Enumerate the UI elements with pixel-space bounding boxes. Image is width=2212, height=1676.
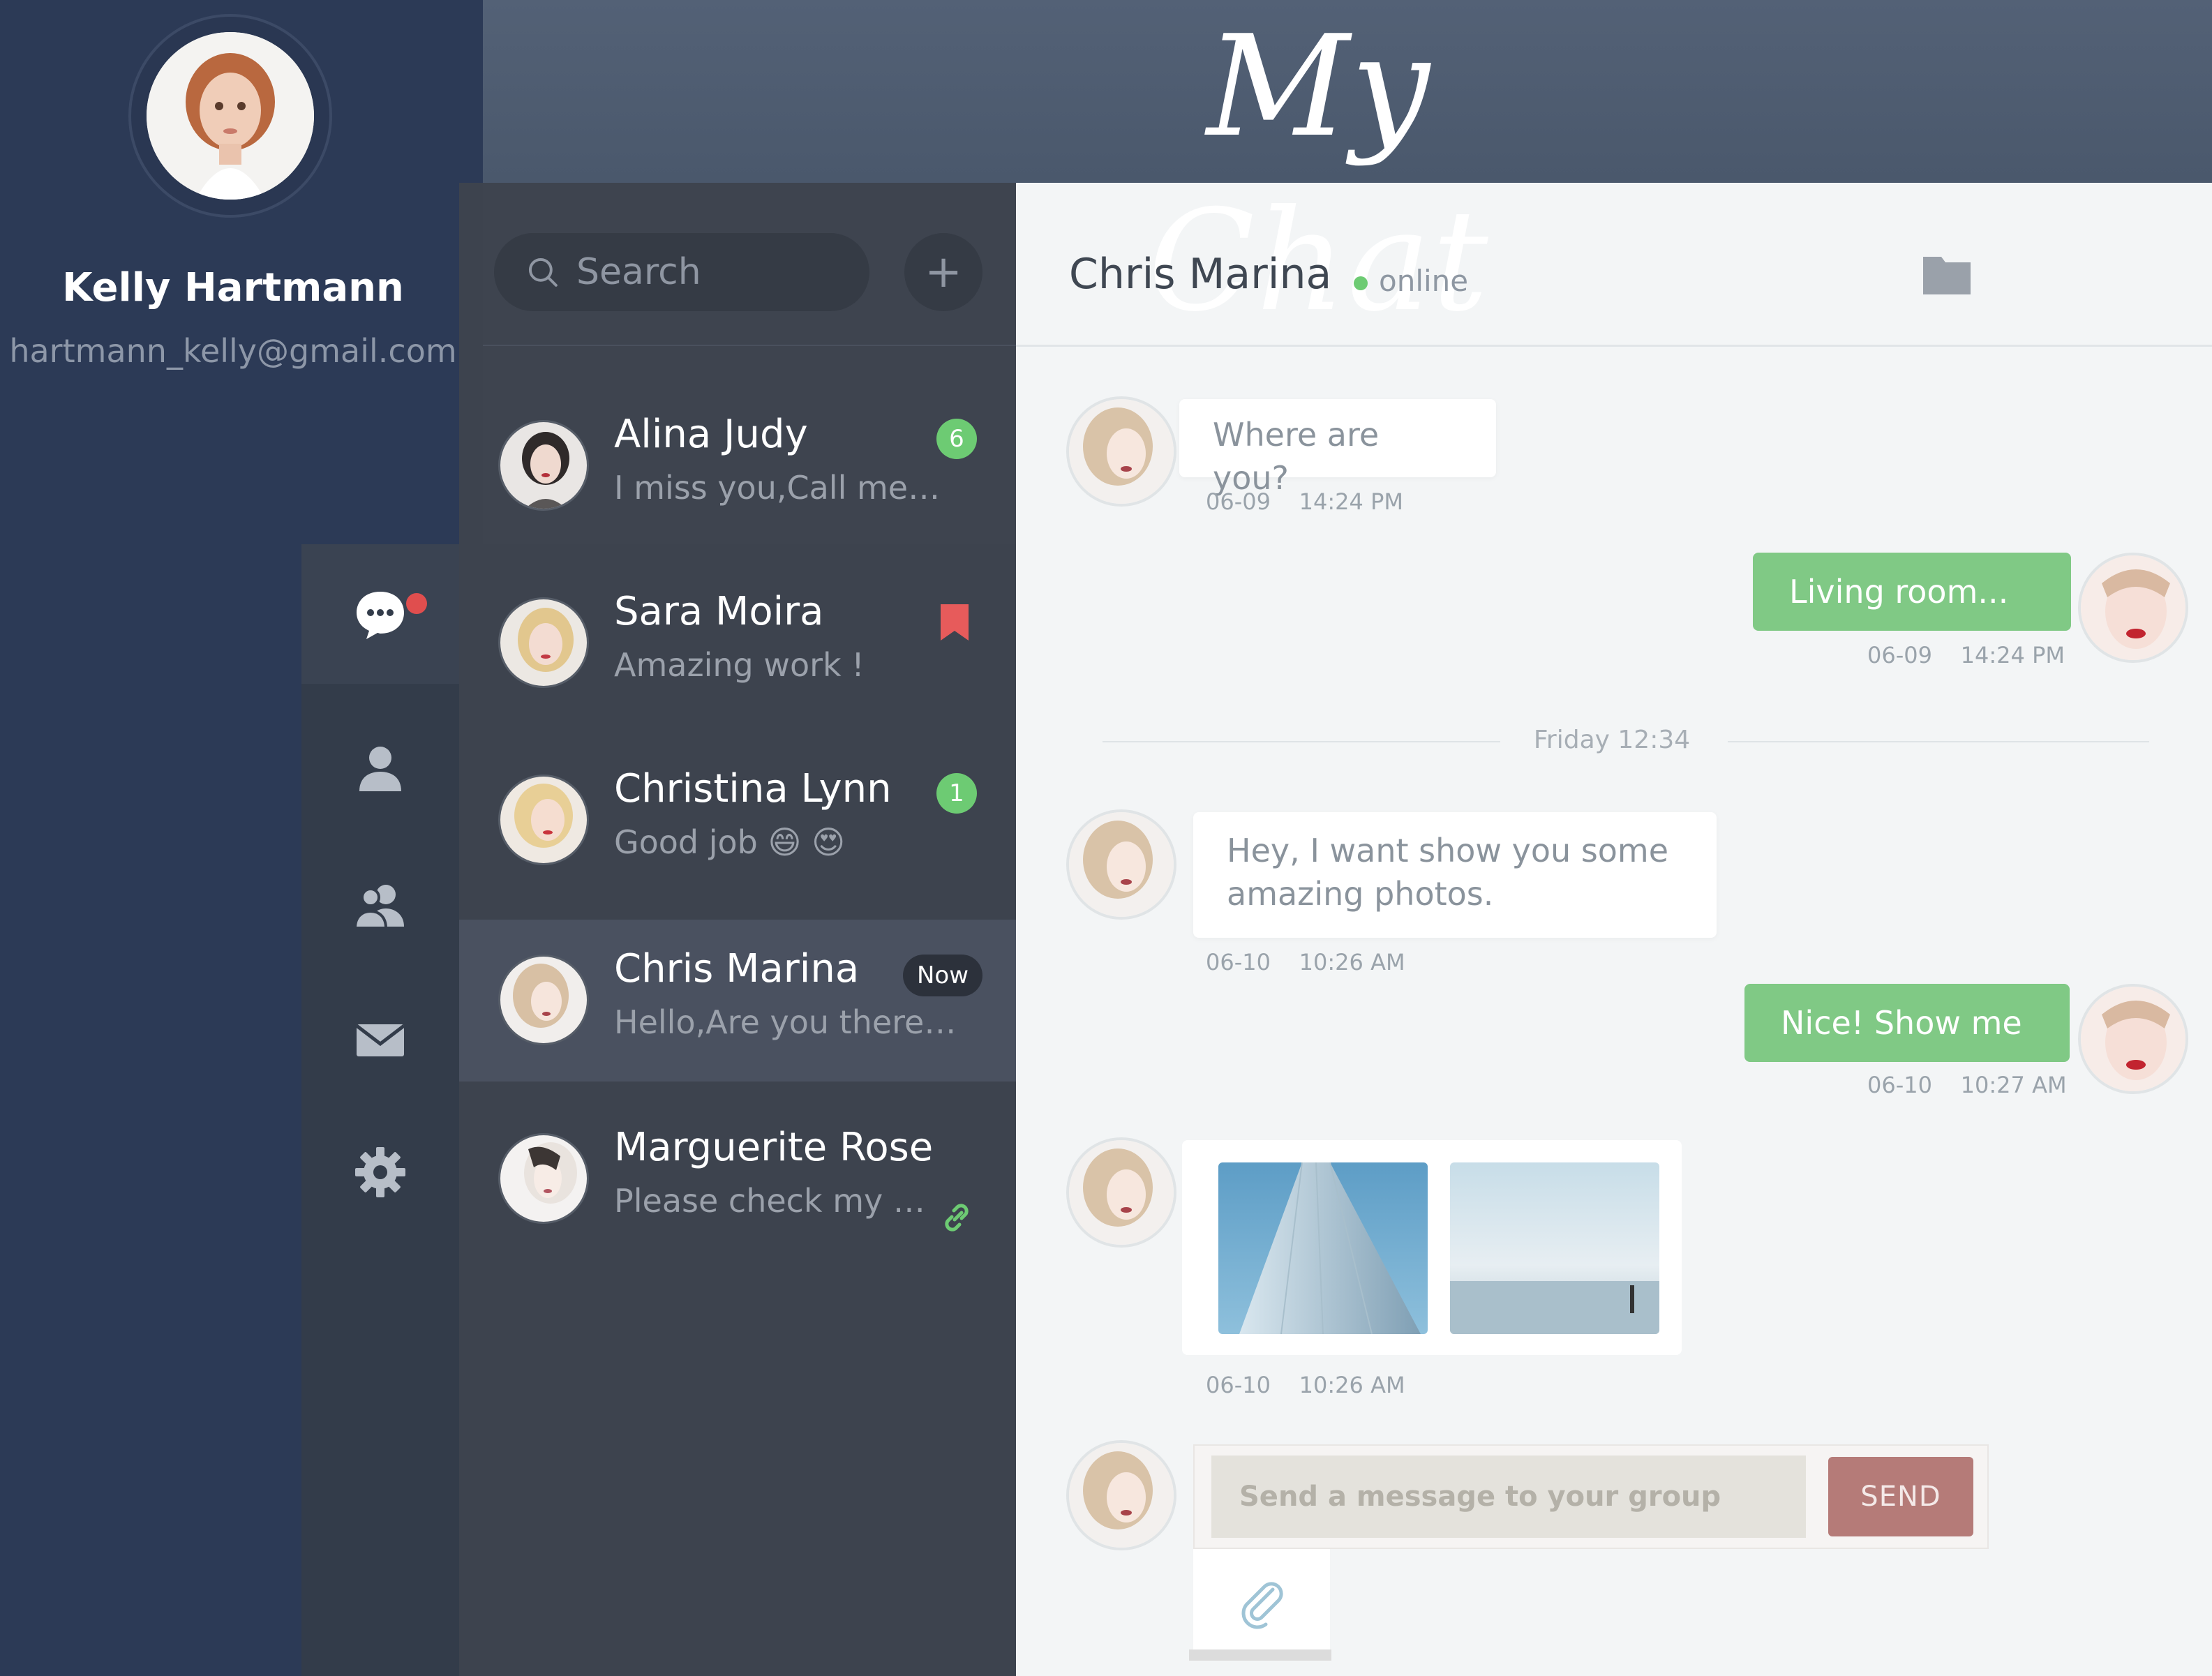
profile-name: Kelly Hartmann — [62, 265, 404, 310]
online-status: online — [1379, 264, 1469, 298]
message-time: 14:24 PM — [1299, 488, 1403, 515]
day-separator: Friday 12:34 — [1533, 726, 1691, 754]
status-badge: Now — [903, 955, 982, 996]
avatar — [1066, 1137, 1176, 1248]
message-bubble-outgoing: Nice! Show me — [1744, 984, 2070, 1062]
conversation-preview: Hello,Are you there… — [614, 1003, 957, 1041]
rail-settings-button[interactable] — [301, 1102, 459, 1242]
avatar — [498, 775, 589, 865]
mail-icon — [355, 1024, 405, 1056]
avatar — [1066, 809, 1176, 920]
message-timestamp: 06-10 10:26 AM — [1206, 949, 1405, 975]
conversation-name: Marguerite Rose — [614, 1125, 934, 1170]
rail-contacts-button[interactable] — [301, 698, 459, 837]
avatar-portrait-icon — [500, 599, 587, 686]
rail-groups-button[interactable] — [301, 835, 459, 974]
profile-email: hartmann_kelly@gmail.com — [9, 332, 457, 370]
avatar-portrait-icon — [500, 422, 587, 509]
avatar[interactable] — [147, 32, 314, 200]
avatar — [498, 420, 589, 511]
message-timestamp: 06-09 14:24 PM — [1206, 488, 1403, 515]
day-separator-line — [1103, 741, 1500, 742]
avatar — [2078, 553, 2188, 663]
message-time: 10:26 AM — [1299, 1372, 1405, 1398]
search-box[interactable] — [494, 233, 869, 311]
message-bubble-incoming: Where are you? — [1179, 399, 1496, 497]
conversation-name: Christina Lynn — [614, 766, 892, 811]
profile-portrait-icon — [147, 32, 314, 200]
photo-thumbnail-sea[interactable] — [1450, 1162, 1659, 1334]
message-time: 10:27 AM — [1960, 1072, 2067, 1098]
add-conversation-button[interactable]: + — [904, 233, 982, 311]
chat-header-divider — [1016, 345, 2212, 347]
avatar-portrait-icon — [500, 777, 587, 863]
message-bubble-outgoing: Living room... — [1753, 553, 2071, 631]
avatar — [1066, 396, 1176, 507]
users-icon — [353, 885, 404, 929]
notification-dot — [406, 593, 427, 614]
photo-tower-image — [1218, 1162, 1428, 1334]
message-timestamp: 06-10 10:26 AM — [1206, 1372, 1405, 1398]
photo-thumbnail-tower[interactable] — [1218, 1162, 1428, 1334]
conversation-item[interactable]: Christina Lynn Good job 😄 😍 1 — [459, 740, 1016, 901]
attach-button[interactable] — [1193, 1549, 1330, 1655]
user-icon — [359, 747, 401, 791]
avatar — [498, 1133, 589, 1224]
folder-icon[interactable] — [1923, 253, 1971, 294]
rail-chat-button[interactable] — [301, 544, 459, 684]
conversation-preview: Please check my … — [614, 1182, 925, 1220]
search-icon — [528, 257, 558, 287]
link-icon[interactable] — [941, 1202, 973, 1234]
message-date: 06-10 — [1206, 1372, 1271, 1398]
message-time: 10:26 AM — [1299, 949, 1405, 975]
search-input[interactable] — [576, 251, 869, 293]
message-bubble-incoming: Hey, I want show you some amazing photos… — [1193, 812, 1717, 938]
conversation-name: Sara Moira — [614, 589, 824, 634]
chat-contact-name: Chris Marina — [1069, 250, 1332, 299]
paperclip-icon — [1241, 1582, 1283, 1629]
message-date: 06-09 — [1206, 488, 1271, 515]
conversation-name: Chris Marina — [614, 946, 860, 992]
message-timestamp: 06-10 10:27 AM — [1867, 1072, 2067, 1098]
message-date: 06-10 — [1206, 949, 1271, 975]
photo-sea-image — [1450, 1162, 1659, 1334]
conversation-preview: I miss you,Call me… — [614, 469, 941, 507]
avatar-portrait-icon — [500, 1135, 587, 1222]
unread-badge: 6 — [936, 419, 977, 459]
message-date: 06-09 — [1867, 642, 1932, 668]
list-divider — [483, 345, 1016, 346]
attach-underline — [1189, 1649, 1331, 1661]
conversation-preview: Amazing work ! — [614, 646, 865, 684]
unread-badge: 1 — [936, 773, 977, 814]
avatar — [1066, 1440, 1176, 1550]
day-separator-line — [1728, 741, 2149, 742]
conversation-item[interactable]: Marguerite Rose Please check my … — [459, 1098, 1016, 1260]
online-indicator — [1354, 276, 1368, 290]
conversation-preview: Good job 😄 😍 — [614, 823, 846, 861]
avatar — [498, 597, 589, 688]
gear-icon — [355, 1147, 405, 1197]
conversation-name: Alina Judy — [614, 412, 808, 457]
conversation-item[interactable]: Sara Moira Amazing work ! — [459, 562, 1016, 724]
chat-icon — [357, 592, 404, 639]
avatar — [2078, 984, 2188, 1094]
message-timestamp: 06-09 14:24 PM — [1867, 642, 2065, 668]
rail-mail-button[interactable] — [301, 970, 459, 1109]
app-title: My Chat — [1148, 6, 1490, 343]
bookmark-icon[interactable] — [941, 604, 969, 641]
avatar — [498, 955, 589, 1045]
message-input[interactable] — [1211, 1456, 1806, 1538]
message-time: 14:24 PM — [1960, 642, 2065, 668]
sidebar-background — [0, 544, 301, 1676]
avatar-portrait-icon — [500, 957, 587, 1043]
send-button[interactable]: SEND — [1828, 1457, 1973, 1536]
conversation-item-selected[interactable]: Chris Marina Hello,Are you there… Now — [459, 920, 1016, 1082]
message-date: 06-10 — [1867, 1072, 1932, 1098]
conversation-item[interactable]: Alina Judy I miss you,Call me… 6 — [459, 385, 1016, 547]
